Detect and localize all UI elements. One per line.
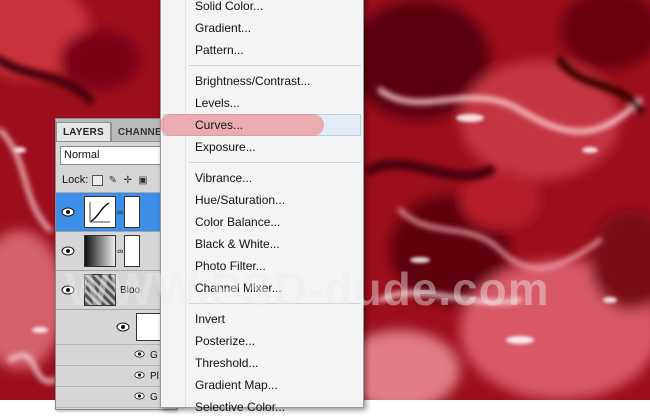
layer-mask-thumbnail [124, 196, 141, 228]
menu-item-channel-mixer[interactable]: Channel Mixer... [161, 277, 363, 299]
menu-item-levels[interactable]: Levels... [161, 92, 363, 114]
menu-item-color-balance[interactable]: Color Balance... [161, 211, 363, 233]
lock-position-icon[interactable]: ✛ [122, 175, 133, 186]
effect-row[interactable]: G [56, 387, 176, 408]
layer-name: Bloo [120, 284, 141, 296]
effect-row[interactable]: Pl [56, 366, 176, 387]
menu-item-label: Brightness/Contrast... [195, 74, 311, 88]
menu-item-label: Hue/Saturation... [195, 193, 286, 207]
menu-item-label: Gradient... [195, 21, 252, 35]
menu-separator [189, 162, 361, 163]
lock-paint-icon[interactable]: ✎ [107, 175, 118, 186]
menu-item-brightness-contrast[interactable]: Brightness/Contrast... [161, 70, 363, 92]
visibility-eye-icon[interactable] [134, 391, 146, 403]
menu-item-label: Threshold... [195, 356, 259, 370]
menu-items: Solid Color... Gradient... Pattern... Brigh… [160, 0, 363, 418]
layers-panel: LAYERS CHANNEL Normal Lock: ✎ ✛ ▣ ∞ ∞ Bl… [55, 118, 177, 410]
effect-label: Pl [150, 370, 159, 382]
effect-row[interactable]: G [56, 345, 176, 366]
effect-label: G [150, 391, 158, 403]
menu-item-label: Curves... [195, 118, 244, 132]
menu-item-black-white[interactable]: Black & White... [161, 233, 363, 255]
menu-item-vibrance[interactable]: Vibrance... [161, 167, 363, 189]
menu-item-label: Gradient Map... [195, 378, 278, 392]
tab-layers[interactable]: LAYERS [56, 122, 111, 141]
gradient-thumbnail-icon [84, 235, 116, 267]
visibility-eye-icon[interactable] [56, 232, 80, 270]
menu-item-posterize[interactable]: Posterize... [161, 330, 363, 352]
chain-link-icon[interactable]: ∞ [117, 246, 123, 256]
visibility-eye-icon[interactable] [134, 370, 146, 382]
menu-item-selective-color[interactable]: Selective Color... [161, 396, 363, 418]
menu-item-gradient-map[interactable]: Gradient Map... [161, 374, 363, 396]
smart-object-thumbnail-icon [84, 274, 116, 306]
menu-item-photo-filter[interactable]: Photo Filter... [161, 255, 363, 277]
chain-link-icon[interactable]: ∞ [117, 207, 123, 217]
layer-gradient-map[interactable]: ∞ [56, 232, 176, 271]
layer-blood-group[interactable]: Bloo [56, 271, 176, 310]
lock-transparent-icon[interactable] [92, 174, 104, 186]
layer-mask-thumbnail [124, 235, 141, 267]
menu-item-curves[interactable]: Curves... [160, 114, 361, 136]
menu-item-label: Black & White... [195, 237, 280, 251]
lock-label: Lock: [62, 174, 89, 186]
menu-item-label: Invert [195, 312, 226, 326]
menu-item-label: Exposure... [195, 140, 256, 154]
menu-item-label: Color Balance... [195, 215, 281, 229]
menu-item-threshold[interactable]: Threshold... [161, 352, 363, 374]
adjustment-layer-menu: Solid Color... Gradient... Pattern... Brigh… [160, 0, 364, 414]
menu-item-label: Solid Color... [195, 0, 264, 13]
visibility-eye-icon[interactable] [134, 349, 146, 361]
effect-label: G [150, 349, 158, 361]
menu-item-hue-saturation[interactable]: Hue/Saturation... [161, 189, 363, 211]
menu-item-exposure[interactable]: Exposure... [161, 136, 363, 158]
menu-item-pattern[interactable]: Pattern... [161, 39, 363, 61]
menu-item-gradient[interactable]: Gradient... [161, 17, 363, 39]
menu-item-invert[interactable]: Invert [161, 308, 363, 330]
menu-item-label: Vibrance... [195, 171, 253, 185]
layer-curves-adjustment[interactable]: ∞ [56, 193, 176, 232]
blend-mode-select[interactable]: Normal [60, 145, 165, 165]
menu-separator [189, 303, 361, 304]
menu-item-label: Selective Color... [195, 400, 286, 414]
visibility-eye-icon[interactable] [116, 317, 130, 337]
menu-separator [189, 65, 361, 66]
curves-thumbnail-icon [84, 196, 116, 228]
menu-item-label: Pattern... [195, 43, 244, 57]
menu-item-label: Posterize... [195, 334, 256, 348]
lock-all-icon[interactable]: ▣ [137, 175, 148, 186]
menu-item-label: Photo Filter... [195, 259, 266, 273]
layer-group-thumbnail-row[interactable] [56, 310, 176, 345]
layers-panel-tabs: LAYERS CHANNEL [56, 119, 176, 142]
menu-item-label: Levels... [195, 96, 240, 110]
visibility-eye-icon[interactable] [56, 193, 80, 231]
blend-mode-row: Normal [56, 142, 176, 168]
menu-item-label: Channel Mixer... [195, 281, 282, 295]
visibility-eye-icon[interactable] [56, 271, 80, 309]
menu-item-solid-color[interactable]: Solid Color... [161, 0, 363, 17]
lock-row: Lock: ✎ ✛ ▣ [56, 168, 176, 193]
